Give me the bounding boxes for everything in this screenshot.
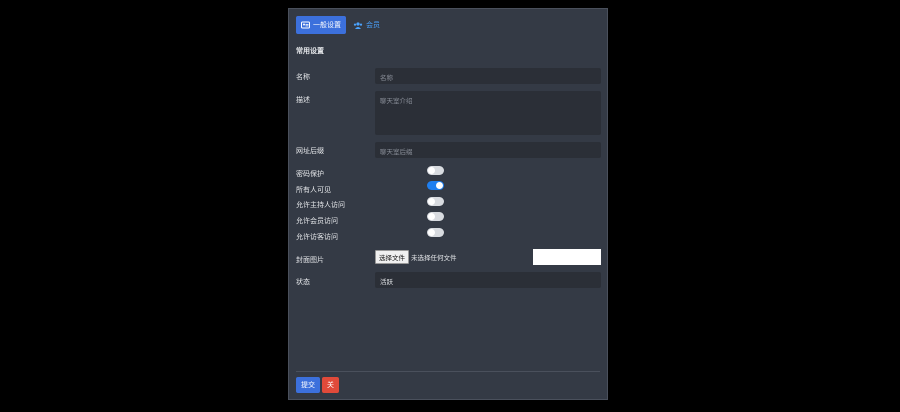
close-button[interactable]: 关 <box>322 377 339 393</box>
allow-guest-label: 允许访客访问 <box>296 233 338 241</box>
name-input[interactable]: 名称 <box>375 68 601 84</box>
url-suffix-input[interactable]: 聊天室后缀 <box>375 142 601 158</box>
tab-members-label: 会员 <box>366 21 380 29</box>
allow-member-label: 允许会员访问 <box>296 217 338 225</box>
name-label: 名称 <box>296 73 310 81</box>
allow-host-label: 允许主持人访问 <box>296 201 345 209</box>
settings-panel: 一般设置 会员 常用设置 名称 名称 描述 聊天室介绍 网址后缀 聊天室后缀 密… <box>288 8 608 400</box>
tab-bar: 一般设置 会员 <box>296 16 380 34</box>
toggle-knob <box>428 229 435 236</box>
password-protect-toggle[interactable] <box>427 166 444 175</box>
toggle-knob <box>428 167 435 174</box>
id-card-icon <box>301 21 310 29</box>
file-status-text: 未选择任何文件 <box>411 254 457 262</box>
cover-preview <box>533 249 601 265</box>
choose-file-button[interactable]: 选择文件 <box>375 250 409 264</box>
allow-member-toggle[interactable] <box>427 212 444 221</box>
footer-divider <box>296 371 600 372</box>
password-protect-label: 密码保护 <box>296 170 324 178</box>
url-suffix-label: 网址后缀 <box>296 147 324 155</box>
status-label: 状态 <box>296 278 310 286</box>
toggle-knob <box>428 198 435 205</box>
visible-to-all-toggle[interactable] <box>427 181 444 190</box>
description-textarea[interactable]: 聊天室介绍 <box>375 91 601 135</box>
section-title: 常用设置 <box>296 47 324 55</box>
allow-host-toggle[interactable] <box>427 197 444 206</box>
tab-general-settings[interactable]: 一般设置 <box>296 16 346 34</box>
tab-members[interactable]: 会员 <box>353 20 380 30</box>
submit-button[interactable]: 提交 <box>296 377 320 393</box>
tab-general-label: 一般设置 <box>313 21 341 29</box>
toggle-knob <box>436 182 443 189</box>
visible-to-all-label: 所有人可见 <box>296 186 331 194</box>
toggle-knob <box>428 213 435 220</box>
description-label: 描述 <box>296 96 310 104</box>
allow-guest-toggle[interactable] <box>427 228 444 237</box>
cover-image-label: 封面图片 <box>296 256 324 264</box>
users-icon <box>353 21 363 29</box>
status-select[interactable]: 活跃 <box>375 272 601 288</box>
